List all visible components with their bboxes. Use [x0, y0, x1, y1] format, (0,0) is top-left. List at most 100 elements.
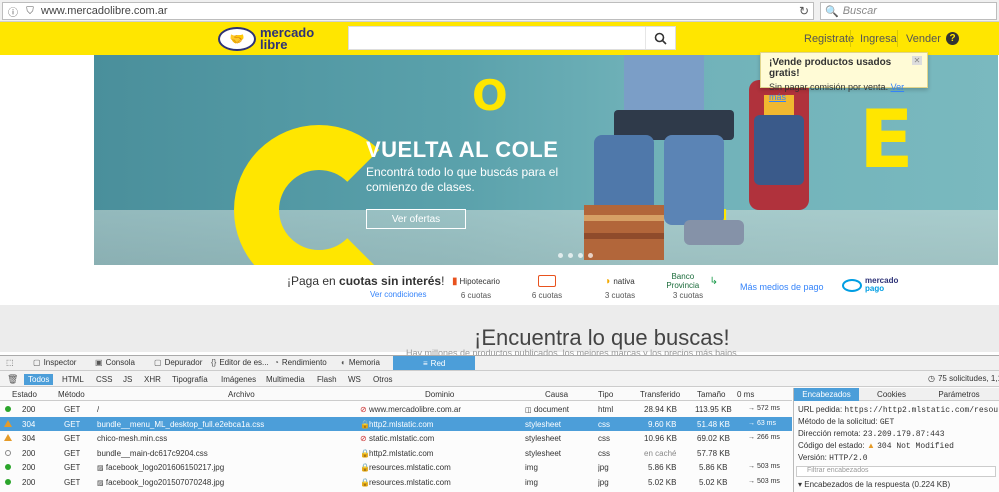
tab-depurador[interactable]: ▢ Depurador — [154, 358, 202, 367]
warning-icon — [4, 434, 12, 442]
network-filter-bar: 🗑 Todos HTML CSS JS XHR Tipografía Imáge… — [0, 371, 999, 387]
detail-status-code: Código del estado: ▲ 304 Not Modified — [798, 441, 954, 451]
bank-nativa[interactable]: ◗ nativa 3 cuotas — [590, 273, 650, 301]
browser-search-placeholder: Buscar — [842, 5, 877, 17]
bank-hipotecario[interactable]: ▮ Hipotecario 6 cuotas — [446, 273, 506, 301]
secure-lock-icon: 🔒 — [360, 419, 370, 429]
filter-html[interactable]: HTML — [58, 374, 88, 385]
tab-encabezados[interactable]: Encabezados — [794, 388, 859, 401]
warning-icon — [4, 419, 12, 427]
bank-provincia[interactable]: Banco Provincia ↳ 3 cuotas — [658, 272, 718, 300]
reload-icon[interactable]: ↻ — [799, 4, 809, 18]
provincia-icon: ↳ — [709, 275, 718, 287]
table-row[interactable]: 200 GET ▨ facebook_logo201606150217.jpg … — [0, 460, 792, 475]
hipotecario-icon: ▮ — [452, 275, 458, 287]
info-icon[interactable]: ⓘ — [6, 4, 20, 19]
pick-element-icon[interactable]: ⬚ — [6, 358, 14, 367]
conditions-link[interactable]: Ver condiciones — [370, 290, 426, 299]
performance-icon: ◔ — [274, 358, 279, 367]
ver-ofertas-button[interactable]: Ver ofertas — [366, 209, 466, 229]
table-row[interactable]: 200 GET ▨ facebook_logo201507070248.jpg … — [0, 475, 792, 490]
tab-red[interactable]: ≡ Red — [393, 356, 476, 370]
image-thumb-icon: ▨ — [97, 465, 104, 473]
col-timeline[interactable]: 0 ms — [737, 390, 754, 399]
site-search-input[interactable] — [348, 26, 676, 50]
tooltip-title: ¡Vende productos usados gratis! — [769, 57, 892, 79]
letter-e-graphic: E — [859, 93, 914, 186]
tab-inspector[interactable]: ▢ Inspector — [33, 358, 76, 367]
filter-multimedia[interactable]: Multimedia — [262, 374, 309, 385]
tab-cookies[interactable]: Cookies — [859, 388, 924, 401]
carousel-dots[interactable] — [558, 253, 593, 258]
address-bar[interactable]: ⓘ ⛉ www.mercadolibre.com.ar ↻ — [2, 2, 814, 20]
table-row[interactable]: 200 GET / ⊘ www.mercadolibre.com.ar ◫ doc… — [0, 402, 792, 417]
col-estado[interactable]: Estado — [12, 390, 37, 399]
more-payment-methods-link[interactable]: Más medios de pago — [740, 282, 824, 292]
banner-subtitle: Encontrá todo lo que buscás para el comi… — [366, 165, 559, 194]
table-row[interactable]: 200 GET bundle__main-dc617c9204.css 🔒htt… — [0, 446, 792, 461]
filter-todos[interactable]: Todos — [24, 374, 54, 385]
letter-o-graphic: O — [472, 71, 508, 120]
nav-registrate[interactable]: Registrate — [804, 33, 854, 45]
tab-consola[interactable]: ▣ Consola — [95, 358, 135, 367]
tab-editor[interactable]: {} Editor de es... — [211, 358, 269, 367]
request-details-panel: Encabezados Cookies Parámetros URL pedid… — [793, 388, 999, 492]
bank-card-2[interactable]: 6 cuotas — [517, 273, 577, 300]
inspector-icon: ▢ — [33, 358, 41, 367]
response-headers-section[interactable]: ▾ Encabezados de la respuesta (0.224 KB) — [798, 480, 950, 489]
search-engine-icon[interactable]: 🔍 — [825, 5, 839, 18]
col-transferido[interactable]: Transferido — [640, 390, 680, 399]
search-icon — [654, 32, 667, 45]
col-tipo[interactable]: Tipo — [598, 390, 613, 399]
table-row[interactable]: 304 GET chico-mesh.min.css ⊘ static.mlsta… — [0, 431, 792, 446]
detail-address: Dirección remota: 23.209.179.87:443 — [798, 429, 945, 439]
tab-rendimiento[interactable]: ◔ Rendimiento — [274, 358, 327, 367]
shield-icon[interactable]: ⛉ — [23, 4, 37, 18]
mercadopago-logo[interactable]: mercado pago — [842, 277, 898, 293]
col-dominio[interactable]: Dominio — [425, 390, 454, 399]
insecure-lock-icon: ⊘ — [360, 434, 367, 444]
tooltip-text: Sin pagar comisión por venta. — [769, 82, 889, 92]
handshake-icon: 🤝 — [218, 27, 256, 51]
col-causa[interactable]: Causa — [545, 390, 568, 399]
filter-otros[interactable]: Otros — [369, 374, 397, 385]
debugger-icon: ▢ — [154, 358, 162, 367]
insecure-lock-icon: ⊘ — [360, 405, 367, 414]
filter-headers-input[interactable]: Filtrar encabezados — [796, 466, 996, 477]
table-row[interactable]: 304 GET bundle__menu_ML_desktop_full.e2e… — [0, 416, 792, 432]
status-dot-icon — [5, 478, 11, 485]
detail-url: URL pedida: https://http2.mlstatic.com/r… — [798, 405, 999, 415]
filter-xhr[interactable]: XHR — [140, 374, 165, 385]
cached-icon — [5, 449, 11, 456]
nav-vender[interactable]: Vender — [906, 33, 941, 45]
mercadolibre-logo[interactable]: 🤝 mercado libre — [218, 26, 314, 52]
col-archivo[interactable]: Archivo — [228, 390, 255, 399]
status-dot-icon — [5, 406, 11, 412]
js-icon: ◫ — [525, 407, 532, 414]
filter-ws[interactable]: WS — [344, 374, 365, 385]
tab-parametros[interactable]: Parámetros — [924, 388, 994, 401]
tab-memoria[interactable]: ◐ Memoria — [341, 358, 380, 367]
devtools-tabbar: ⬚ ▢ Inspector ▣ Consola ▢ Depurador {} Edito… — [0, 356, 999, 371]
payments-title: ¡Paga en cuotas sin interés! — [287, 274, 445, 288]
url-text[interactable]: www.mercadolibre.com.ar — [41, 5, 168, 17]
filter-imagenes[interactable]: Imágenes — [217, 374, 260, 385]
network-icon: ≡ — [423, 358, 428, 368]
search-button[interactable] — [645, 27, 675, 49]
filter-css[interactable]: CSS — [92, 374, 116, 385]
nav-divider — [897, 30, 898, 47]
col-metodo[interactable]: Método — [58, 390, 85, 399]
browser-search-box[interactable]: 🔍 Buscar — [820, 2, 997, 20]
filter-flash[interactable]: Flash — [313, 374, 341, 385]
site-header: 🤝 mercado libre Registrate Ingresa Vende… — [0, 22, 999, 55]
nav-ingresa[interactable]: Ingresa — [860, 33, 897, 45]
detail-version: Versión: HTTP/2.0 — [798, 453, 868, 463]
filter-js[interactable]: JS — [119, 374, 136, 385]
status-dot-icon — [5, 464, 11, 471]
close-icon[interactable]: ✕ — [912, 56, 922, 65]
help-icon[interactable]: ? — [946, 32, 959, 45]
trash-icon[interactable]: 🗑 — [7, 374, 18, 385]
warning-icon: ▲ — [866, 441, 875, 450]
filter-tipografia[interactable]: Tipografía — [168, 374, 212, 385]
col-tamano[interactable]: Tamaño — [697, 390, 725, 399]
